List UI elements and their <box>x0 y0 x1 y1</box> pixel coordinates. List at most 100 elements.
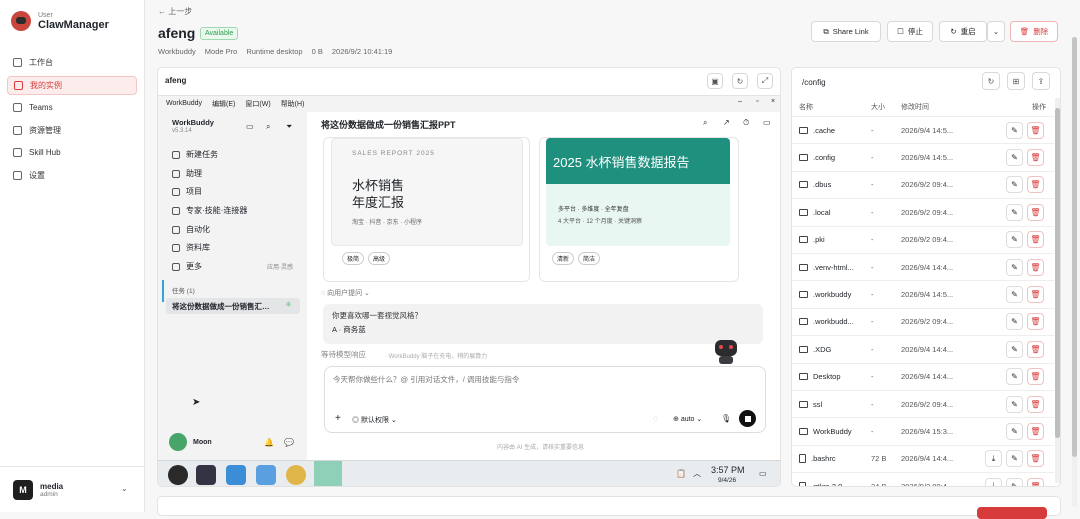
restart-button[interactable]: ↻ 重启 <box>939 21 987 42</box>
file-row[interactable]: WorkBuddy - 2026/9/4 15:3... ✎ 🗑 <box>792 417 1054 444</box>
maximize-icon[interactable]: ▫ <box>756 98 758 105</box>
store-icon[interactable] <box>226 465 246 485</box>
trash-icon[interactable]: 🗑 <box>1027 286 1044 304</box>
trash-icon[interactable]: 🗑 <box>1027 450 1044 468</box>
edit-icon[interactable]: ✎ <box>1006 423 1023 441</box>
sidebar-item-resources[interactable]: 资源管理 <box>7 121 137 140</box>
file-row[interactable]: .pki - 2026/9/2 09:4... ✎ 🗑 <box>792 225 1054 253</box>
side-experts[interactable]: 专家·技能·连接器 <box>172 205 247 216</box>
file-row[interactable]: .gtkrc-2.0 24 B 2026/9/2 09:4... ⤓ ✎ 🗑 <box>792 472 1054 486</box>
trash-icon[interactable]: 🗑 <box>1027 477 1044 486</box>
style-card-a[interactable]: SALES REPORT 2025 水杯销售 年度汇报 淘宝 · 抖音 · 京东… <box>323 137 530 282</box>
download-icon[interactable]: ⤓ <box>985 477 1002 486</box>
browser-icon[interactable] <box>286 465 306 485</box>
start-menu-icon[interactable] <box>168 465 188 485</box>
file-row[interactable]: .cache - 2026/9/4 14:5... ✎ 🗑 <box>792 116 1054 143</box>
search-icon[interactable]: ⌕ <box>266 122 270 132</box>
chat-icon[interactable]: 💬 <box>284 438 294 447</box>
edit-icon[interactable]: ✎ <box>1006 231 1023 249</box>
trash-icon[interactable]: 🗑 <box>1027 395 1044 413</box>
sidebar-item-dashboard[interactable]: 工作台 <box>7 53 137 72</box>
microphone-icon[interactable]: 🎙 <box>721 414 731 423</box>
ask-user-toggle[interactable]: ◌ 向用户提问 ⌄ <box>321 288 370 298</box>
sidebar-item-settings[interactable]: 设置 <box>7 166 137 185</box>
menu-app[interactable]: WorkBuddy <box>166 100 202 107</box>
trash-icon[interactable]: 🗑 <box>1027 423 1044 441</box>
edit-icon[interactable]: ✎ <box>1006 286 1023 304</box>
trash-icon[interactable]: 🗑 <box>1027 203 1044 221</box>
style-card-b[interactable]: 2025 水杯销售数据报告 多平台 · 多维度 · 全年复盘 4 大平台 · 1… <box>539 137 739 282</box>
plus-icon[interactable]: + <box>335 413 341 424</box>
edit-icon[interactable]: ✎ <box>1006 477 1023 486</box>
share-link-button[interactable]: ⧉ Share Link <box>811 21 881 42</box>
fullscreen-icon[interactable]: ⤢ <box>757 73 773 89</box>
share-icon[interactable]: ↗ <box>723 118 730 127</box>
close-icon[interactable]: × <box>771 98 775 105</box>
workbuddy-taskbar-icon[interactable] <box>314 461 342 486</box>
model-select[interactable]: ⊕ auto ⌄ <box>673 415 702 423</box>
clipboard-icon[interactable]: 📋 <box>676 469 686 478</box>
menu-edit[interactable]: 编辑(E) <box>212 99 235 109</box>
tasks-header[interactable]: 任务 (1) <box>172 285 195 295</box>
refresh-icon[interactable]: ↻ <box>732 73 748 89</box>
menu-window[interactable]: 窗口(W) <box>245 99 270 109</box>
edit-icon[interactable]: ✎ <box>1006 313 1023 331</box>
show-desktop-icon[interactable]: ▭ <box>759 469 767 478</box>
permission-select[interactable]: ◎ 默认权限 ⌄ <box>352 415 397 425</box>
back-link[interactable]: ← 上一步 <box>158 6 192 17</box>
edit-icon[interactable]: ✎ <box>1006 203 1023 221</box>
history-icon[interactable]: ⏱ <box>743 118 749 128</box>
trash-icon[interactable]: 🗑 <box>1027 340 1044 358</box>
file-row[interactable]: .venv-html... - 2026/9/4 14:4... ✎ 🗑 <box>792 253 1054 280</box>
edit-icon[interactable]: ✎ <box>1006 368 1023 386</box>
trash-icon[interactable]: 🗑 <box>1027 149 1044 167</box>
search-icon[interactable]: ⌕ <box>703 118 707 128</box>
chevron-up-icon[interactable]: ︿ <box>693 468 701 479</box>
restart-options-button[interactable]: ⌄ <box>987 21 1005 42</box>
terminal-icon[interactable] <box>196 465 216 485</box>
user-menu[interactable]: M media admin ⌄ <box>0 466 145 512</box>
trash-icon[interactable]: 🗑 <box>1027 368 1044 386</box>
file-row[interactable]: .XDG - 2026/9/4 14:4... ✎ 🗑 <box>792 335 1054 362</box>
layout-icon[interactable]: ▭ <box>246 122 254 131</box>
sidebar-item-skill-hub[interactable]: Skill Hub <box>7 143 137 162</box>
file-row[interactable]: .bashrc 72 B 2026/9/4 14:4... ⤓ ✎ 🗑 <box>792 444 1054 472</box>
side-assistant[interactable]: 助理 <box>172 168 202 179</box>
remote-desktop[interactable]: WorkBuddy 编辑(E) 窗口(W) 帮助(H) – ▫ × WorkBu… <box>158 95 780 486</box>
trash-icon[interactable]: 🗑 <box>1027 258 1044 276</box>
file-row[interactable]: ssl - 2026/9/2 09:4... ✎ 🗑 <box>792 390 1054 417</box>
delete-button[interactable]: 🗑 删除 <box>1010 21 1058 42</box>
side-more[interactable]: 更多 <box>172 261 202 272</box>
file-row[interactable]: .config - 2026/9/4 14:5... ✎ 🗑 <box>792 143 1054 170</box>
bottom-action-button[interactable] <box>977 507 1047 519</box>
file-row[interactable]: .workbuddy - 2026/9/4 14:5... ✎ 🗑 <box>792 280 1054 307</box>
edit-icon[interactable]: ✎ <box>1006 395 1023 413</box>
menu-help[interactable]: 帮助(H) <box>281 99 305 109</box>
sidebar-item-my-instances[interactable]: 我的实例 <box>7 75 137 95</box>
file-row[interactable]: .dbus - 2026/9/2 09:4... ✎ 🗑 <box>792 170 1054 198</box>
bell-icon[interactable]: 🔔 <box>264 438 274 447</box>
edit-icon[interactable]: ✎ <box>1006 121 1023 139</box>
edit-icon[interactable]: ✎ <box>1006 176 1023 194</box>
stop-generation-button[interactable] <box>739 410 756 427</box>
filter-icon[interactable]: ⏷ <box>286 122 292 132</box>
screenshot-icon[interactable]: ▣ <box>707 73 723 89</box>
file-manager-icon[interactable] <box>256 465 276 485</box>
file-scroll-thumb[interactable] <box>1055 108 1060 438</box>
avatar[interactable] <box>169 433 187 451</box>
edit-icon[interactable]: ✎ <box>1006 340 1023 358</box>
trash-icon[interactable]: 🗑 <box>1027 231 1044 249</box>
download-icon[interactable]: ⤓ <box>985 450 1002 468</box>
stop-button[interactable]: ☐ 停止 <box>887 21 933 42</box>
file-row[interactable]: Desktop - 2026/9/4 14:4... ✎ 🗑 <box>792 362 1054 390</box>
edit-icon[interactable]: ✎ <box>1006 149 1023 167</box>
side-library[interactable]: 资料库 <box>172 242 210 253</box>
edit-icon[interactable]: ✎ <box>1006 450 1023 468</box>
trash-icon[interactable]: 🗑 <box>1027 121 1044 139</box>
file-row[interactable]: .workbudd... - 2026/9/2 09:4... ✎ 🗑 <box>792 307 1054 335</box>
trash-icon[interactable]: 🗑 <box>1027 313 1044 331</box>
file-row[interactable]: .local - 2026/9/2 09:4... ✎ 🗑 <box>792 198 1054 225</box>
edit-icon[interactable]: ✎ <box>1006 258 1023 276</box>
panel-icon[interactable]: ▭ <box>763 118 771 127</box>
refresh-icon[interactable]: ↻ <box>982 72 1000 90</box>
